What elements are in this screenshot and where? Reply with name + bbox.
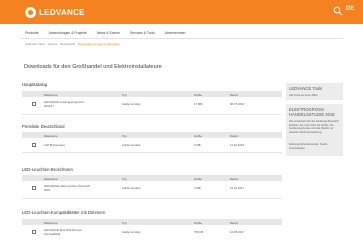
row-divider [22,152,282,153]
table-row: LEDVANCE Leistungsprogramm 2016/17 Adobe… [22,100,282,113]
file-type: Adobe Acrobat [122,230,141,234]
file-link[interactable]: LEDVANCE Leistungsprogramm 2016/17 [44,100,89,108]
download-checkbox[interactable] [32,186,36,190]
column-header-date: Datum [230,133,239,138]
sidebar-promo-link[interactable]: Elektrogroßhandelsstudie, Studie herunte… [289,143,341,150]
table-header: Dateiname Typ Größe Datum [22,91,282,97]
row-divider [22,114,282,115]
nav-item-services[interactable]: Services & Tools [130,31,155,35]
nav-item-news[interactable]: News & Events [97,31,120,35]
column-header-name: Dateiname [44,176,58,181]
file-date: 12.10.2016 [230,143,244,147]
file-type: Adobe Acrobat [122,102,141,106]
breadcrumb: Startseite Start · Service · Downloads ·… [25,42,119,46]
logo-mark-icon [25,6,36,18]
breadcrumb-path[interactable]: Startseite Start · Service · Downloads · [25,42,77,46]
table-header: Dateiname Typ Größe Datum [22,219,282,225]
language-switcher[interactable]: DE [346,6,354,12]
file-link[interactable]: LVP Bruttopreise [44,143,65,147]
file-size: 17 MB [194,102,203,106]
section-title-preisliste: Preisliste Deutschland [22,124,65,129]
main-nav: Produkte Anwendungen & Projekte News & E… [25,31,185,35]
column-header-size: Größe [194,92,202,97]
sidebar-tools-box: LEDVANCE Tools Alle Tools auf einen Blic… [286,83,343,100]
section-title-hauptkatalog: Hauptkatalog [22,82,48,87]
row-divider [22,198,282,199]
file-link[interactable]: LEDVANCE Spot DIM Dimmer Kompaktblatt [44,228,94,236]
download-checkbox[interactable] [32,143,36,147]
nav-item-anwendungen[interactable]: Anwendungen & Projekte [49,31,87,35]
file-size: 4 MB [194,186,201,190]
breadcrumb-current: Downloads für den Großhandel [77,42,120,46]
column-header-name: Dateiname [44,92,58,97]
column-header-date: Datum [230,176,239,181]
table-row: LEDVANCE LED-Leuchten Übersicht 2016 Ado… [22,184,282,197]
sidebar-tools-link[interactable]: Alle Tools auf einen Blick [289,94,318,97]
nav-item-unternehmen[interactable]: Unternehmen [165,31,186,35]
table-row: LEDVANCE Spot DIM Dimmer Kompaktblatt Ad… [22,228,282,241]
column-header-date: Datum [230,92,239,97]
column-header-name: Dateiname [44,220,58,225]
nav-divider [20,38,343,39]
section-title-leuchten-broschueren: LED-Leuchten-Broschüren [22,167,73,172]
column-header-size: Größe [194,220,202,225]
column-header-date: Datum [230,220,239,225]
column-header-name: Dateiname [44,133,58,138]
table-header: Dateiname Typ Größe Datum [22,175,282,181]
file-type: Adobe Acrobat [122,143,141,147]
table-row: LVP Bruttopreise Adobe Acrobat 3 MB 12.1… [22,142,282,150]
column-header-type: Typ [122,176,127,181]
sidebar-promo-box: ELEKTROGROSS-HANDELSSTUDIE 2018 Wie entw… [286,104,343,156]
logo-text: LEDVANCE [39,7,85,17]
file-type: Adobe Acrobat [122,186,141,190]
column-header-type: Typ [122,220,127,225]
column-header-type: Typ [122,92,127,97]
file-size: 750 KB [194,230,204,234]
download-checkbox[interactable] [32,102,36,106]
sidebar-promo-text: Wie entwickelt sich der Elektrogroßhande… [289,120,339,134]
table-header: Dateiname Typ Größe Datum [22,132,282,138]
page-title: Downloads für den Großhandel und Elektro… [24,64,162,70]
file-size: 3 MB [194,143,201,147]
file-date: 12.10.2017 [230,186,244,190]
column-header-size: Größe [194,133,202,138]
search-icon[interactable] [333,6,343,16]
column-header-size: Größe [194,176,202,181]
top-bar: LEDVANCE DE [0,0,363,24]
sidebar-tools-title: LEDVANCE Tools [289,86,323,91]
file-link[interactable]: LEDVANCE LED-Leuchten Übersicht 2016 [44,184,94,192]
section-title-kompaktblaetter: LED-Leuchten-Kompaktblätter mit Dimmern [22,210,106,215]
file-date: 08.07.2016 [230,102,244,106]
column-header-type: Typ [122,133,127,138]
download-checkbox[interactable] [32,230,36,234]
nav-item-produkte[interactable]: Produkte [25,31,39,35]
file-date: 10.08.2017 [230,230,244,234]
ledvance-logo[interactable]: LEDVANCE [25,6,85,18]
sidebar-promo-title: ELEKTROGROSS-HANDELSSTUDIE 2018 [289,107,335,117]
